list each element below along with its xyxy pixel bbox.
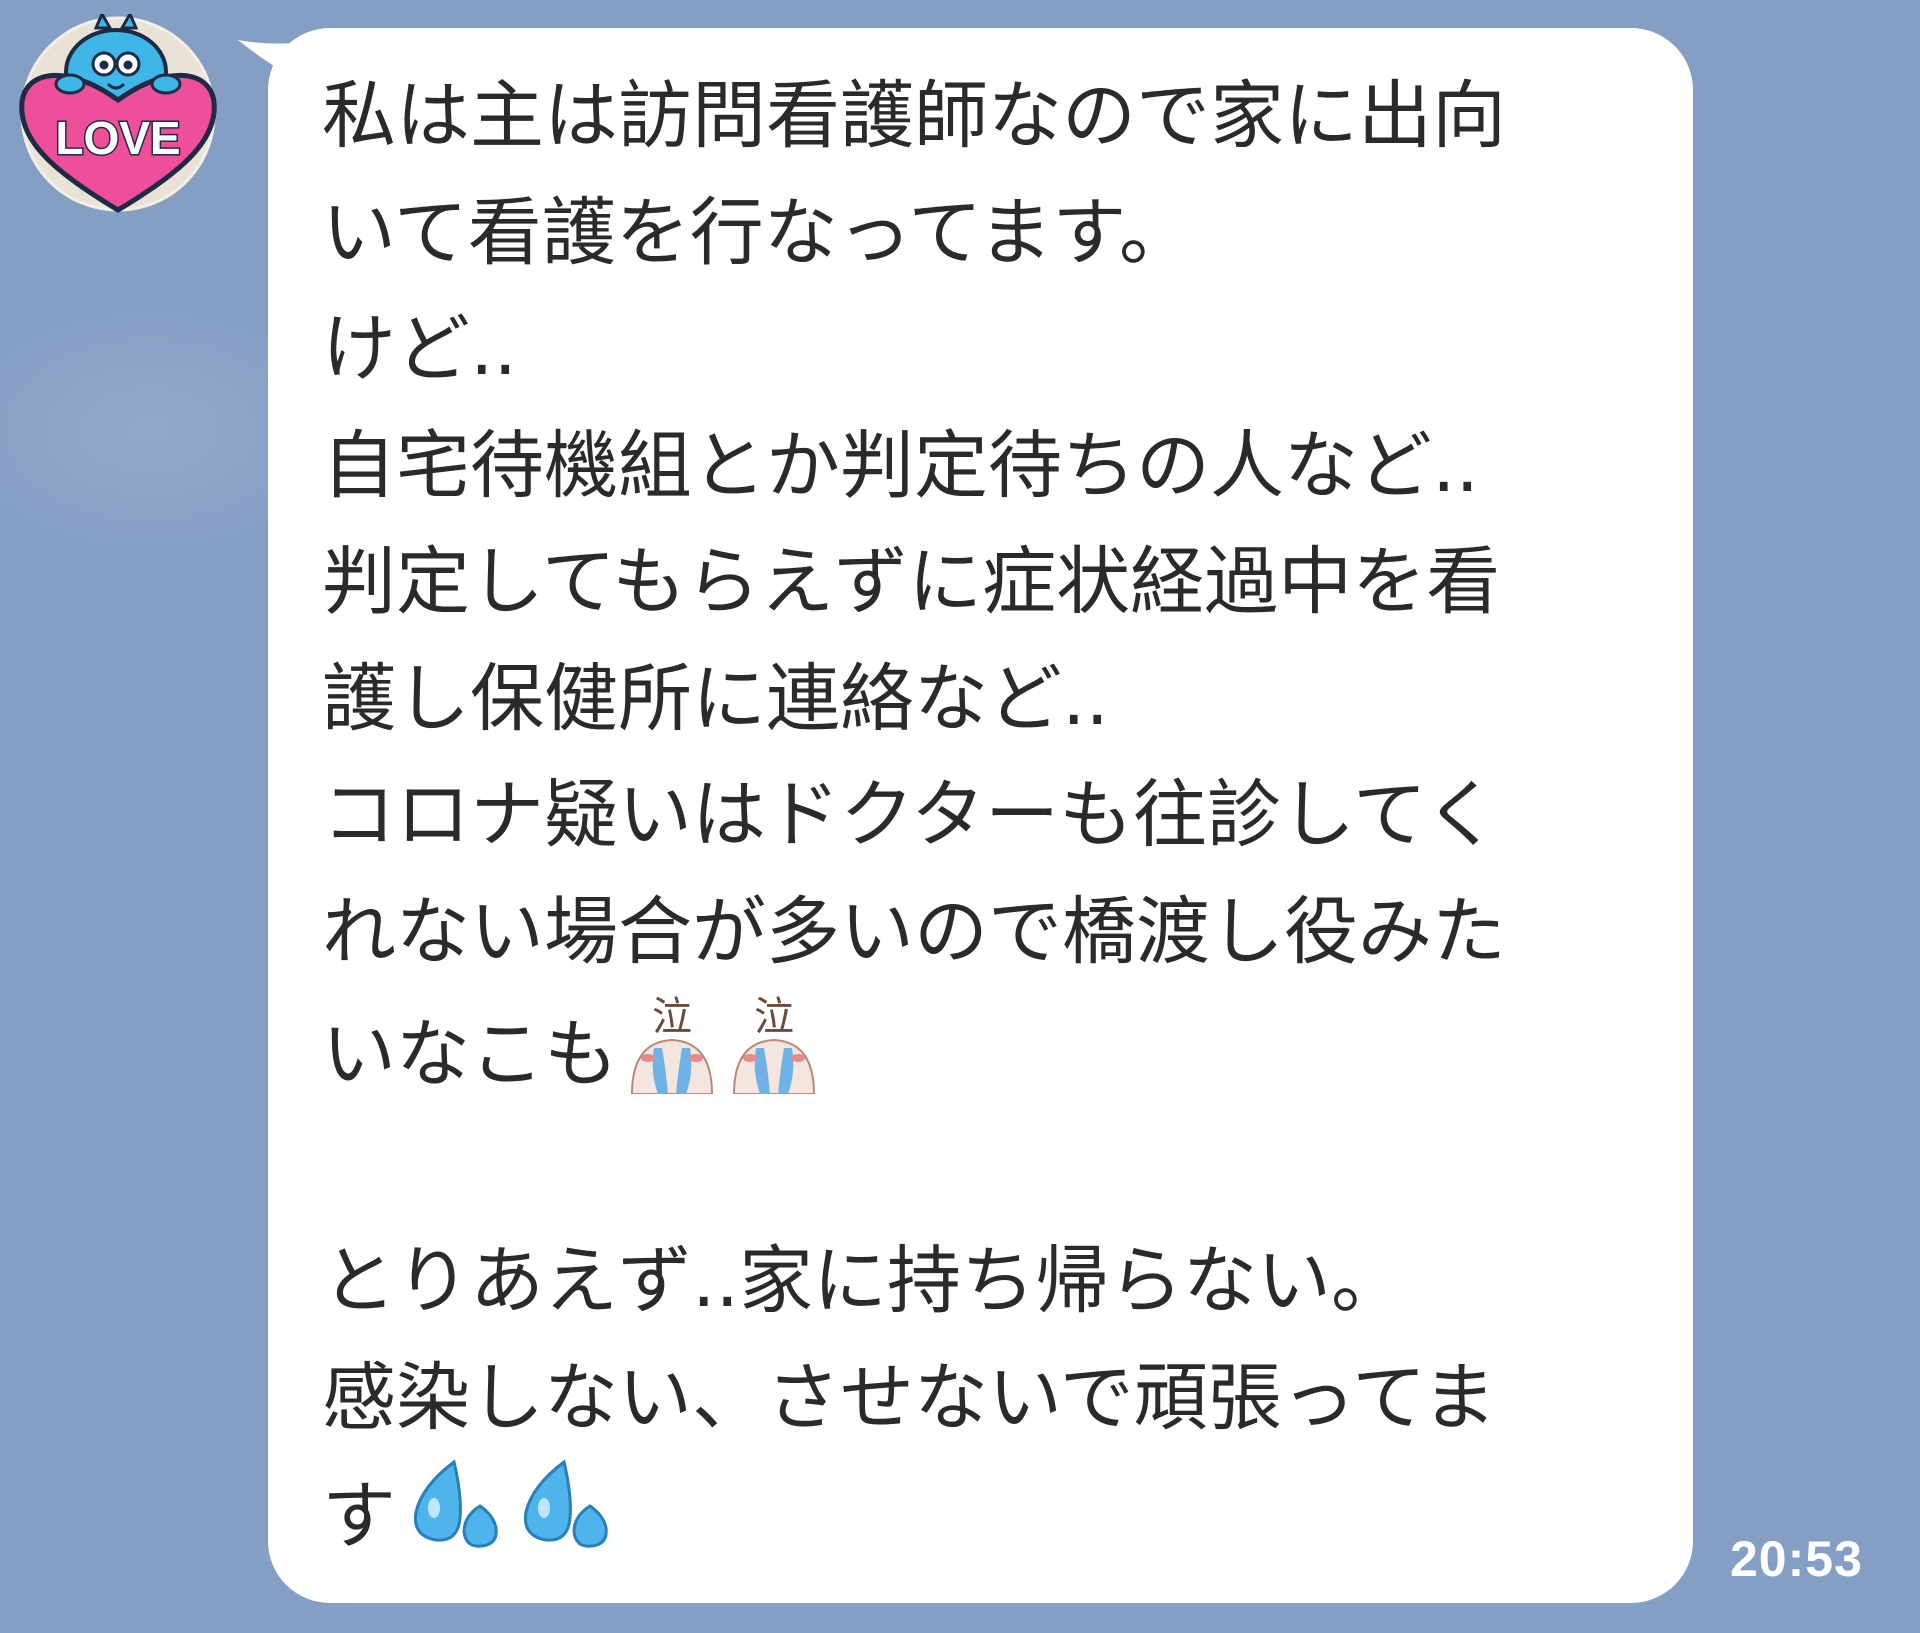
message-line: とりあえず..家に持ち帰らない。: [322, 1238, 1406, 1324]
message-line: いて看護を行なってます。: [322, 189, 1193, 276]
sender-avatar[interactable]: LOVE: [18, 10, 218, 214]
message-line: 護し保健所に連絡など..: [322, 655, 1110, 742]
chat-background: LOVE 私は主は訪問看護師なので家に出向 いて看護を行なってます。 けど.. …: [0, 0, 1920, 1633]
message-line: 感染しない、させないで頑張ってま: [322, 1354, 1497, 1441]
avatar-love-text: LOVE: [55, 112, 180, 164]
message-line: れない場合が多いので橋渡し役みた: [322, 888, 1506, 975]
love-heart-sticker-icon: LOVE: [19, 10, 217, 213]
crying-emoji-label: 泣: [754, 994, 794, 1040]
message-line: コロナ疑いはドクターも往診してく: [322, 772, 1499, 858]
message-text: 私は主は訪問看護師なので家に出向 いて看護を行なってます。 けど.. 自宅待機組…: [322, 58, 1662, 1573]
sweat-drops-icon: [512, 1456, 616, 1586]
message-line: 自宅待機組とか判定待ちの人など..: [322, 422, 1480, 509]
message-line: す: [322, 1473, 396, 1560]
message-line: 私は主は訪問看護師なので家に出向: [322, 73, 1506, 159]
crying-face-icon: 泣: [726, 990, 822, 1128]
message-line-with-emoji: いなこも泣泣: [322, 990, 1662, 1107]
message-line: いなこも: [322, 1011, 618, 1098]
message-line-blank: [322, 1107, 1662, 1224]
crying-emoji-label: 泣: [652, 994, 692, 1040]
sweat-drops-icon: [402, 1456, 506, 1586]
message-timestamp: 20:53: [1730, 1531, 1863, 1587]
message-line: けど..: [322, 306, 518, 392]
message-line: 判定してもらえずに症状経過中を看: [322, 539, 1501, 625]
crying-face-icon: 泣: [624, 990, 720, 1128]
message-line-with-emoji: す: [322, 1456, 1662, 1573]
